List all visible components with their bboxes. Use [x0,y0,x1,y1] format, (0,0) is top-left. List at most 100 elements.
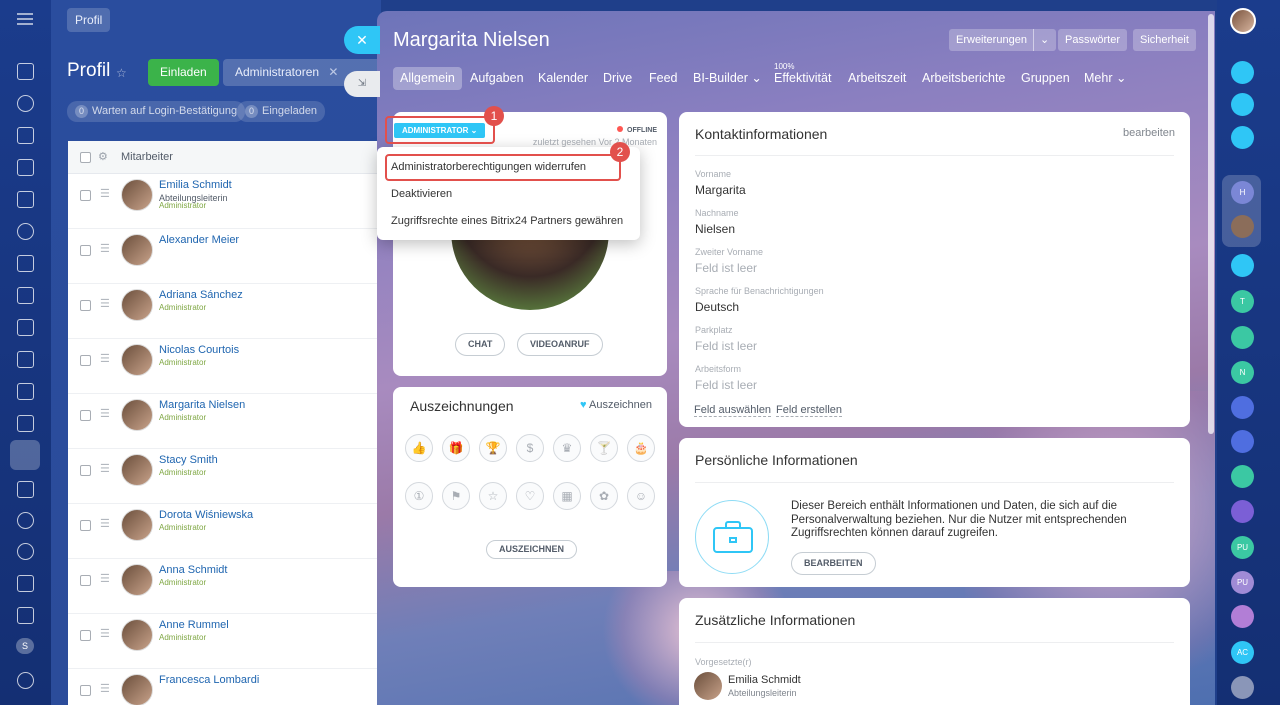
task-icon[interactable] [1231,465,1254,488]
gear-icon[interactable]: ⚙ [98,141,108,174]
award-button[interactable]: AUSZEICHNEN [486,540,578,559]
contacts-icon[interactable] [17,223,34,240]
search-chat-icon[interactable] [1231,126,1254,149]
employee-name[interactable]: Alexander Meier [159,234,239,246]
chat-avatar[interactable]: AC [1231,641,1254,664]
tab-kalender[interactable]: Kalender [538,67,588,90]
row-checkbox[interactable] [80,245,91,256]
star-icon[interactable]: ☆ [479,482,507,510]
employee-name[interactable]: Stacy Smith [159,454,218,466]
employee-name[interactable]: Anne Rummel [159,619,229,631]
edit-personal-button[interactable]: BEARBEITEN [791,552,876,575]
calendar-icon[interactable] [17,191,34,208]
cocktail-icon[interactable]: 🍸 [590,434,618,462]
select-all-checkbox[interactable] [80,152,91,163]
sites-icon[interactable] [17,351,34,368]
chevron-down-icon[interactable]: ⌄ [1032,29,1049,51]
tab-effektivitaet[interactable]: 100% Effektivität [774,62,831,90]
drag-handle-icon[interactable]: ☰ [100,352,111,365]
close-slider-button[interactable]: ✕ [344,26,380,54]
table-row[interactable]: ☰ Francesca Lombardi [68,669,388,705]
employee-name[interactable]: Dorota Wiśniewska [159,509,253,521]
avatar[interactable] [121,234,153,266]
select-field-link[interactable]: Feld auswählen [694,404,772,417]
tab-feed[interactable]: Feed [649,67,678,90]
user-icon[interactable] [1231,676,1254,699]
target-icon[interactable] [1231,500,1254,523]
chat-icon[interactable] [1231,254,1254,277]
counter-invited[interactable]: 0 Eingeladen [237,101,326,122]
activity-icon[interactable] [17,95,34,112]
tab-allgemein[interactable]: Allgemein [393,67,462,90]
feed-icon[interactable] [17,127,34,144]
drag-handle-icon[interactable]: ☰ [100,627,111,640]
table-row[interactable]: ☰ Alexander Meier [68,229,388,284]
avatar[interactable] [1230,8,1256,34]
close-icon[interactable]: ✕ [328,65,338,79]
table-row[interactable]: ☰ Margarita Nielsen Administrator [68,394,388,449]
table-row[interactable]: ☰ Adriana Sánchez Administrator [68,284,388,339]
row-checkbox[interactable] [80,300,91,311]
target-icon[interactable] [17,543,34,560]
chat-avatar[interactable]: T [1231,290,1254,313]
awards-link[interactable]: ♥ Auszeichnen [580,399,652,411]
menu-icon[interactable] [17,13,33,25]
invite-button[interactable]: Einladen [148,59,219,86]
smile-icon[interactable]: ☺ [627,482,655,510]
employee-name[interactable]: Emilia Schmidt [159,179,232,191]
avatar[interactable] [121,674,153,705]
employee-name[interactable]: Francesca Lombardi [159,674,259,686]
tab-gruppen[interactable]: Gruppen [1021,67,1070,90]
employee-name[interactable]: Adriana Sánchez [159,289,243,301]
chat-avatar[interactable]: PU [1231,536,1254,559]
chat-avatar[interactable]: PU [1231,571,1254,594]
tasks-icon[interactable] [17,287,34,304]
tab-mehr[interactable]: Mehr ⌄ [1084,67,1126,90]
drag-handle-icon[interactable]: ☰ [100,187,111,200]
counter-pending[interactable]: 0 Warten auf Login-Bestätigung [67,101,246,122]
avatar[interactable] [694,672,722,700]
flower-icon[interactable]: ✿ [590,482,618,510]
employee-name[interactable]: Nicolas Courtois [159,344,239,356]
avatar[interactable] [121,289,153,321]
row-checkbox[interactable] [80,575,91,586]
shop-icon[interactable] [17,415,34,432]
table-row[interactable]: ☰ Stacy Smith Administrator [68,449,388,504]
menu-item-grant-partner-access[interactable]: Zugriffsrechte eines Bitrix24 Partners g… [391,215,623,227]
tab-arbeitszeit[interactable]: Arbeitszeit [848,67,906,90]
chat-avatar[interactable]: N [1231,361,1254,384]
bell-icon[interactable] [1231,61,1254,84]
menu-item-deactivate[interactable]: Deaktivieren [391,188,452,200]
avatar[interactable] [121,454,153,486]
row-checkbox[interactable] [80,685,91,696]
drag-handle-icon[interactable]: ☰ [100,682,111,695]
row-checkbox[interactable] [80,630,91,641]
heart-outline-icon[interactable]: ♡ [516,482,544,510]
drag-handle-icon[interactable]: ☰ [100,517,111,530]
avatar[interactable] [121,619,153,651]
row-checkbox[interactable] [80,465,91,476]
employee-name[interactable]: Anna Schmidt [159,564,227,576]
gift-icon[interactable]: 🎁 [442,434,470,462]
tab-arbeitsberichte[interactable]: Arbeitsberichte [922,67,1005,90]
drag-handle-icon[interactable]: ☰ [100,462,111,475]
drag-handle-icon[interactable]: ☰ [100,407,111,420]
like-icon[interactable]: 👍 [405,434,433,462]
cake-icon[interactable]: 🎂 [627,434,655,462]
scrollbar[interactable] [1208,14,1214,434]
avatar[interactable] [121,399,153,431]
group-icon[interactable] [1231,396,1254,419]
home-icon[interactable] [17,63,34,80]
chat-avatar[interactable]: H [1231,181,1254,204]
employee-name[interactable]: Margarita Nielsen [159,399,245,411]
avatar[interactable] [121,179,153,211]
minimize-slider-button[interactable]: ⇲ [344,71,380,97]
passwords-button[interactable]: Passwörter [1058,29,1128,51]
s-badge[interactable]: S [16,638,34,654]
calendar-icon[interactable]: ▦ [553,482,581,510]
avatar[interactable] [121,564,153,596]
row-checkbox[interactable] [80,355,91,366]
table-row[interactable]: ☰ Emilia Schmidt Abteilungsleiterin Adminis… [68,174,388,229]
crown-icon[interactable]: ♛ [553,434,581,462]
chat-icon[interactable] [17,159,34,176]
